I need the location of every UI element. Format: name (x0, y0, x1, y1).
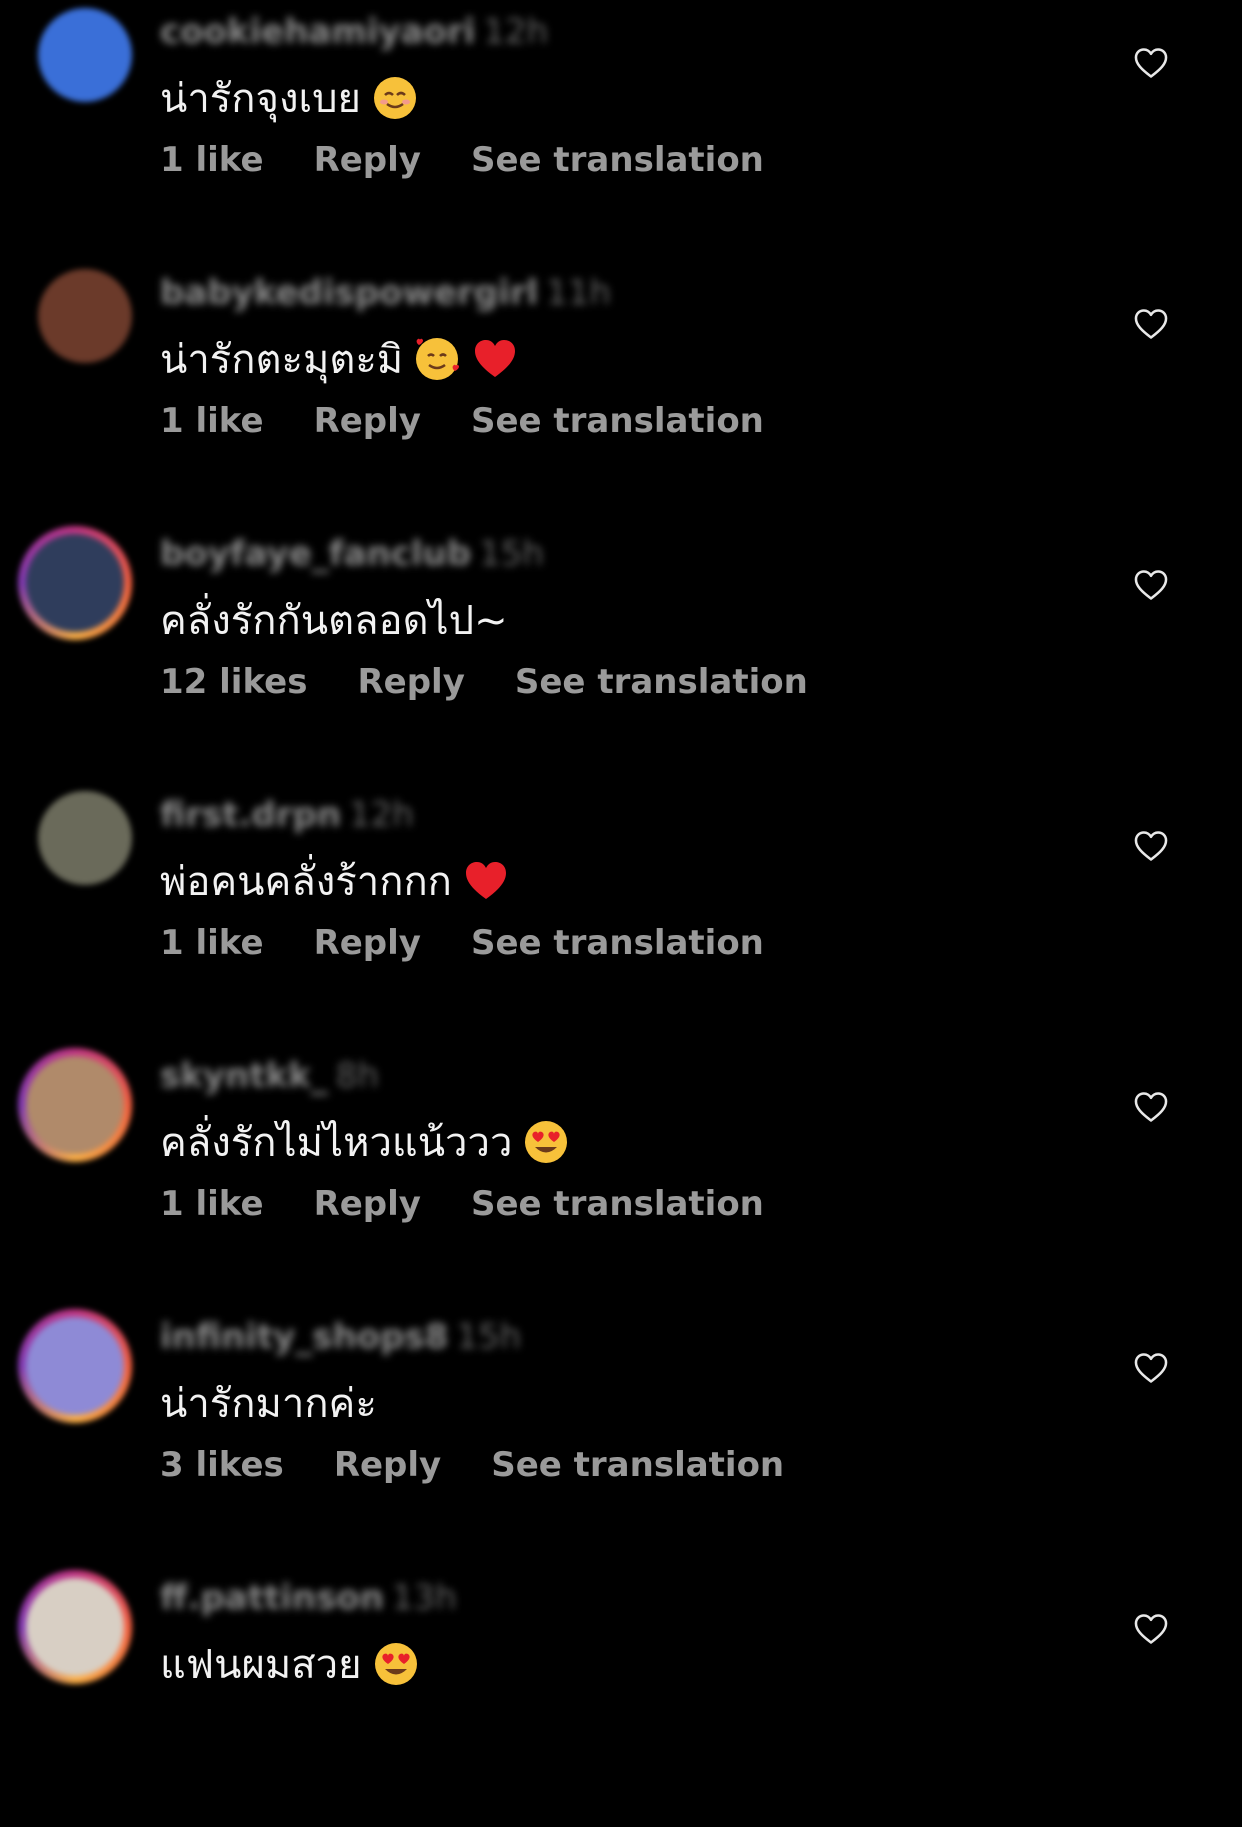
heart-outline-icon[interactable] (1132, 1610, 1170, 1648)
avatar[interactable] (18, 1048, 132, 1162)
username-text[interactable]: boyfaye_fanclub (160, 534, 471, 574)
reply-button[interactable]: Reply (314, 140, 421, 180)
smiling-face-with-hearts-icon (413, 335, 461, 383)
comment-actions: 1 like Reply See translation (160, 401, 764, 441)
username-text[interactable]: infinity_shops8 (160, 1317, 448, 1357)
comment-item: babykedispowergirl 11h น่ารักตะมุตะมิ 1 lik… (0, 261, 1242, 522)
like-count[interactable]: 1 like (160, 140, 264, 180)
heart-outline-icon[interactable] (1132, 1088, 1170, 1126)
username-text[interactable]: skyntkk_ (160, 1056, 328, 1096)
comment-actions: 3 likes Reply See translation (160, 1445, 784, 1485)
username[interactable]: first.drpn 12h (160, 795, 414, 835)
see-translation-button[interactable]: See translation (471, 140, 764, 180)
smiling-face-icon (371, 74, 419, 122)
comment-text-row: น่ารักตะมุตะมิ (160, 327, 519, 391)
red-heart-icon (471, 335, 519, 383)
username[interactable]: ff.pattinson 13h (160, 1578, 457, 1618)
heart-outline-icon[interactable] (1132, 305, 1170, 343)
username[interactable]: babykedispowergirl 11h (160, 273, 611, 313)
comment-actions: 12 likes Reply See translation (160, 662, 808, 702)
comment-text: แฟนผมสวย (160, 1642, 362, 1688)
see-translation-button[interactable]: See translation (515, 662, 808, 702)
comment-actions: 1 like Reply See translation (160, 923, 764, 963)
comment-item: skyntkk_ 8h คลั่งรักไม่ไหวแน้ววว 1 like Repl… (0, 1044, 1242, 1305)
reply-button[interactable]: Reply (357, 662, 464, 702)
comment-item: boyfaye_fanclub 15h คลั่งรักกันตลอดไป~ 12 l… (0, 522, 1242, 783)
like-count[interactable]: 1 like (160, 401, 264, 441)
comment-text: น่ารักมากค่ะ (160, 1381, 377, 1427)
see-translation-button[interactable]: See translation (471, 1184, 764, 1224)
comment-actions: 1 like Reply See translation (160, 140, 764, 180)
heart-outline-icon[interactable] (1132, 44, 1170, 82)
comment-text: น่ารักจุงเบย (160, 76, 361, 122)
comment-text: คลั่งรักกันตลอดไป~ (160, 598, 508, 644)
username[interactable]: infinity_shops8 15h (160, 1317, 521, 1357)
reply-button[interactable]: Reply (314, 1184, 421, 1224)
like-count[interactable]: 1 like (160, 1184, 264, 1224)
heart-outline-icon[interactable] (1132, 566, 1170, 604)
avatar[interactable] (38, 791, 132, 885)
username[interactable]: boyfaye_fanclub 15h (160, 534, 544, 574)
comment-text-row: คลั่งรักไม่ไหวแน้ววว (160, 1110, 570, 1174)
avatar[interactable] (18, 526, 132, 640)
comment-item: first.drpn 12h พ่อคนคลั่งร้ากกก 1 like Reply… (0, 783, 1242, 1044)
comment-time: 8h (335, 1056, 379, 1096)
comment-item: infinity_shops8 15h น่ารักมากค่ะ 3 likes Rep… (0, 1305, 1242, 1566)
reply-button[interactable]: Reply (314, 923, 421, 963)
heart-eyes-icon (372, 1640, 420, 1688)
username[interactable]: cookiehamiyaori 12h (160, 12, 548, 52)
heart-eyes-icon (522, 1118, 570, 1166)
like-count[interactable]: 3 likes (160, 1445, 284, 1485)
comment-time: 15h (456, 1317, 522, 1357)
comment-item: cookiehamiyaori 12h น่ารักจุงเบย 1 like Repl… (0, 0, 1242, 261)
like-count[interactable]: 12 likes (160, 662, 307, 702)
comment-text-row: น่ารักจุงเบย (160, 66, 419, 130)
avatar[interactable] (38, 269, 132, 363)
heart-outline-icon[interactable] (1132, 827, 1170, 865)
red-heart-icon (462, 857, 510, 905)
comment-text: คลั่งรักไม่ไหวแน้ววว (160, 1120, 513, 1166)
avatar[interactable] (18, 1570, 132, 1684)
reply-button[interactable]: Reply (334, 1445, 441, 1485)
comment-actions: 1 like Reply See translation (160, 1184, 764, 1224)
comment-time: 13h (391, 1578, 457, 1618)
comment-time: 12h (483, 12, 549, 52)
comment-time: 11h (546, 273, 611, 313)
username[interactable]: skyntkk_ 8h (160, 1056, 379, 1096)
comment-text-row: คลั่งรักกันตลอดไป~ (160, 588, 508, 652)
see-translation-button[interactable]: See translation (491, 1445, 784, 1485)
comment-time: 15h (479, 534, 544, 574)
comment-text-row: น่ารักมากค่ะ (160, 1371, 377, 1435)
comment-text-row: พ่อคนคลั่งร้ากกก (160, 849, 510, 913)
comment-text-row: แฟนผมสวย (160, 1632, 420, 1696)
comment-text: พ่อคนคลั่งร้ากกก (160, 859, 452, 905)
like-count[interactable]: 1 like (160, 923, 264, 963)
heart-outline-icon[interactable] (1132, 1349, 1170, 1387)
username-text[interactable]: ff.pattinson (160, 1578, 384, 1618)
comment-item: ff.pattinson 13h แฟนผมสวย (0, 1566, 1242, 1827)
avatar[interactable] (18, 1309, 132, 1423)
avatar[interactable] (38, 8, 132, 102)
username-text[interactable]: babykedispowergirl (160, 273, 538, 313)
see-translation-button[interactable]: See translation (471, 401, 764, 441)
reply-button[interactable]: Reply (314, 401, 421, 441)
comment-text: น่ารักตะมุตะมิ (160, 337, 404, 383)
username-text[interactable]: cookiehamiyaori (160, 12, 475, 52)
see-translation-button[interactable]: See translation (471, 923, 764, 963)
username-text[interactable]: first.drpn (160, 795, 341, 835)
comment-time: 12h (349, 795, 414, 835)
